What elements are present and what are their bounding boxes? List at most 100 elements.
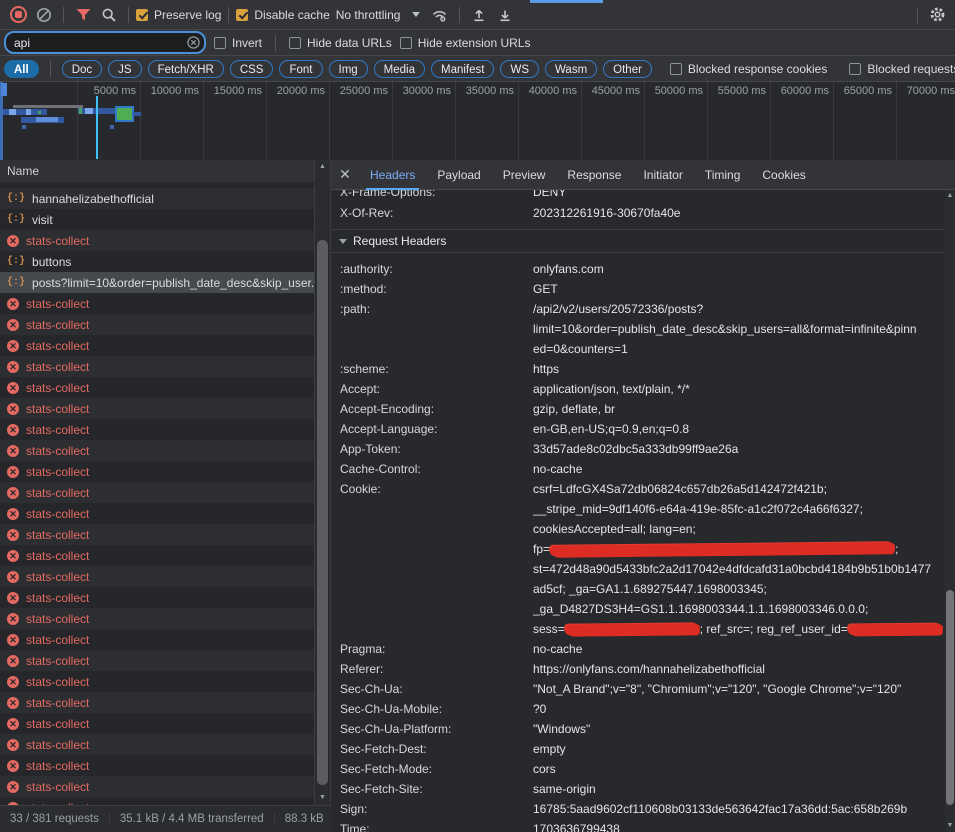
filter-pill-fetch-xhr[interactable]: Fetch/XHR	[148, 60, 224, 78]
request-row[interactable]: ✕stats-collect	[0, 797, 330, 805]
request-row[interactable]: {:}buttons	[0, 251, 330, 272]
tab-cookies[interactable]: Cookies	[751, 160, 816, 190]
network-overview-timeline[interactable]: 5000 ms10000 ms15000 ms20000 ms25000 ms3…	[0, 82, 955, 161]
tab-preview[interactable]: Preview	[492, 160, 557, 190]
request-row[interactable]: ✕ stats-collect	[0, 545, 330, 566]
header-value-text: application/json, text/plain, */*	[533, 382, 690, 396]
settings-button[interactable]	[925, 3, 949, 27]
request-row[interactable]: {:}hannahelizabethofficial	[0, 188, 330, 209]
request-row[interactable]: ✕stats-collect	[0, 566, 330, 587]
header-row: :path:/api2/v2/users/20572336/posts?limi…	[331, 299, 945, 359]
filter-pill-other[interactable]: Other	[603, 60, 652, 78]
request-row[interactable]: ✕stats-collect	[0, 692, 330, 713]
request-headers-section-toggle[interactable]: Request Headers	[331, 229, 945, 253]
scroll-down-icon[interactable]: ▼	[945, 820, 955, 832]
filter-pill-css[interactable]: CSS	[230, 60, 274, 78]
throttling-select[interactable]: No throttling	[332, 8, 427, 22]
request-row[interactable]: ✕stats-collect	[0, 755, 330, 776]
header-name: X-Of-Rev:	[340, 203, 533, 223]
header-value: no-cache	[533, 459, 945, 479]
request-row[interactable]: ✕stats-collect	[0, 398, 330, 419]
timeline-gridline: 45000 ms	[581, 82, 644, 160]
scrollbar-thumb[interactable]	[317, 240, 328, 785]
error-icon: ✕	[7, 340, 19, 352]
request-list-scrollbar[interactable]: ▲ ▼	[314, 160, 330, 805]
request-row[interactable]: ✕stats-collect	[0, 713, 330, 734]
hide-data-urls-checkbox[interactable]: Hide data URLs	[289, 36, 392, 50]
timeline-tick-label: 10000 ms	[151, 85, 199, 97]
request-row[interactable]: ✕stats-collect	[0, 629, 330, 650]
request-row[interactable]: ✕stats-collect	[0, 293, 330, 314]
request-row[interactable]: ✕stats-collect	[0, 419, 330, 440]
checkbox-label: Blocked response cookies	[688, 62, 827, 76]
error-icon: ✕	[7, 550, 19, 562]
tab-timing[interactable]: Timing	[694, 160, 752, 190]
header-value-text: empty	[533, 742, 566, 756]
clear-filter-icon[interactable]	[187, 36, 200, 49]
request-row[interactable]: ✕stats-collect	[0, 608, 330, 629]
record-button[interactable]	[6, 3, 30, 27]
scrollbar-thumb[interactable]	[946, 590, 954, 805]
request-row[interactable]: ✕stats-collect	[0, 230, 330, 251]
request-row[interactable]: ✕stats-collect	[0, 482, 330, 503]
request-row[interactable]: ✕stats-collect	[0, 587, 330, 608]
name-column-header[interactable]: Name	[0, 160, 330, 183]
filter-pill-all[interactable]: All	[4, 60, 39, 78]
scroll-down-icon[interactable]: ▼	[315, 792, 330, 804]
checkbox-blocked-requests[interactable]: Blocked requests	[849, 62, 955, 76]
header-value-line: same-origin	[533, 779, 945, 799]
disable-cache-checkbox[interactable]: Disable cache	[236, 8, 329, 22]
filter-pill-img[interactable]: Img	[329, 60, 368, 78]
request-row[interactable]: ✕stats-collect	[0, 671, 330, 692]
filter-pill-manifest[interactable]: Manifest	[431, 60, 494, 78]
import-har-button[interactable]	[467, 3, 491, 27]
search-button[interactable]	[97, 3, 121, 27]
timeline-tick-label: 45000 ms	[592, 85, 640, 97]
filter-pill-js[interactable]: JS	[108, 60, 141, 78]
filter-pill-doc[interactable]: Doc	[62, 60, 102, 78]
request-row[interactable]: ✕stats-collect	[0, 440, 330, 461]
timeline-gridline: 35000 ms	[455, 82, 518, 160]
invert-checkbox[interactable]: Invert	[214, 36, 262, 50]
request-row[interactable]: ✕stats-collect	[0, 356, 330, 377]
header-value-line: ad5cf; _ga=GA1.1.689275447.1698003345;	[533, 579, 945, 599]
waterfall-bar	[26, 109, 31, 115]
header-value-line: https	[533, 359, 945, 379]
filter-pill-media[interactable]: Media	[374, 60, 425, 78]
detail-scrollbar[interactable]: ▲ ▼	[945, 190, 955, 832]
transferred-size: 35.1 kB / 4.4 MB transferred	[110, 813, 275, 825]
header-value: empty	[533, 739, 945, 759]
export-har-button[interactable]	[493, 3, 517, 27]
request-row[interactable]: ✕stats-collect	[0, 503, 330, 524]
tab-initiator[interactable]: Initiator	[632, 160, 693, 190]
filter-toggle-button[interactable]	[71, 3, 95, 27]
tab-response[interactable]: Response	[556, 160, 632, 190]
clear-button[interactable]	[32, 3, 56, 27]
close-detail-button[interactable]: ✕	[331, 166, 359, 183]
resources-size: 88.3 kB	[275, 813, 334, 825]
scroll-up-icon[interactable]: ▲	[945, 190, 955, 202]
hide-extension-urls-checkbox[interactable]: Hide extension URLs	[400, 36, 531, 50]
tab-payload[interactable]: Payload	[426, 160, 491, 190]
request-row[interactable]: ✕stats-collect	[0, 776, 330, 797]
request-row[interactable]: {:}visit	[0, 209, 330, 230]
checkbox-blocked-response-cookies[interactable]: Blocked response cookies	[670, 62, 827, 76]
request-row[interactable]: ✕stats-collect	[0, 524, 330, 545]
request-row[interactable]: ✕stats-collect	[0, 734, 330, 755]
header-value-line: cookiesAccepted=all; lang=en;	[533, 519, 945, 539]
request-row[interactable]: ✕stats-collect	[0, 377, 330, 398]
request-row[interactable]: ✕stats-collect	[0, 314, 330, 335]
filter-pill-wasm[interactable]: Wasm	[545, 60, 597, 78]
network-conditions-button[interactable]	[428, 3, 452, 27]
request-row[interactable]: ✕stats-collect	[0, 461, 330, 482]
request-name: stats-collect	[26, 549, 89, 563]
filter-pill-font[interactable]: Font	[279, 60, 322, 78]
filter-pill-ws[interactable]: WS	[500, 60, 539, 78]
request-row-selected[interactable]: {:}posts?limit=10&order=publish_date_des…	[0, 272, 330, 293]
request-row[interactable]: ✕stats-collect	[0, 650, 330, 671]
tab-headers[interactable]: Headers	[359, 160, 426, 190]
preserve-log-checkbox[interactable]: Preserve log	[136, 8, 221, 22]
filter-input[interactable]	[4, 31, 206, 54]
request-row[interactable]: ✕stats-collect	[0, 335, 330, 356]
scroll-up-icon[interactable]: ▲	[315, 161, 330, 173]
